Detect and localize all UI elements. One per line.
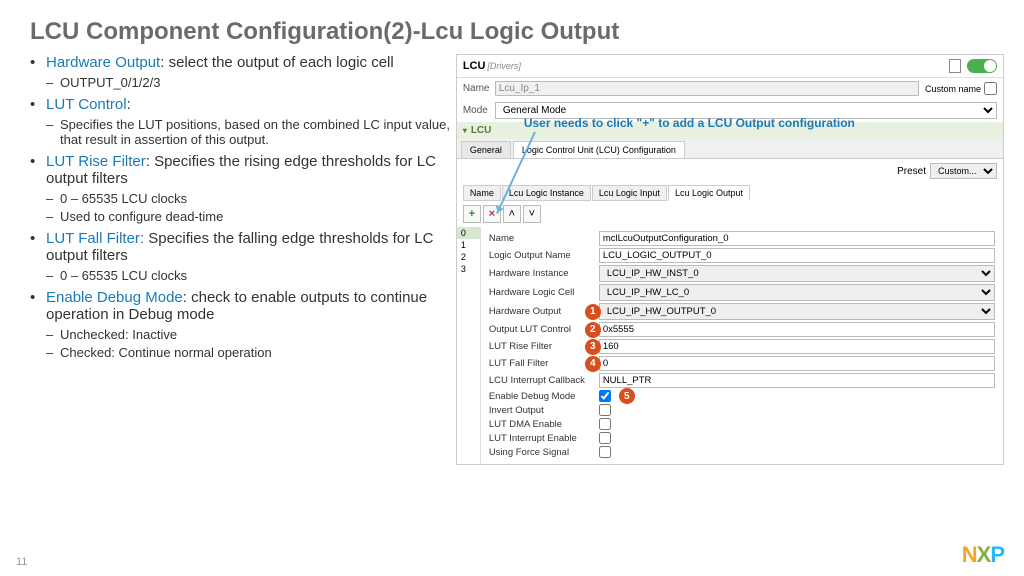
- fld-hwcell-label: Hardware Logic Cell: [489, 287, 599, 298]
- tab-general[interactable]: General: [461, 141, 511, 158]
- fld-lutctrl-label: Output LUT Control: [489, 324, 599, 335]
- bullet-item: Hardware Output: select the output of ea…: [30, 54, 456, 90]
- add-button[interactable]: +: [463, 205, 481, 223]
- document-icon[interactable]: [949, 59, 961, 73]
- preset-label: Preset: [897, 166, 926, 177]
- badge-3: 3: [585, 339, 601, 355]
- slide-title: LCU Component Configuration(2)-Lcu Logic…: [0, 0, 1024, 54]
- fld-logicout-input[interactable]: [599, 248, 995, 263]
- fld-force-label: Using Force Signal: [489, 447, 599, 458]
- fld-invert-checkbox[interactable]: [599, 404, 611, 416]
- fld-lutrise-label: LUT Rise Filter: [489, 341, 599, 352]
- custom-name-label: Custom name: [925, 84, 981, 94]
- enable-toggle[interactable]: [967, 59, 997, 73]
- fld-inten-label: LUT Interrupt Enable: [489, 433, 599, 444]
- fld-lutfall-input[interactable]: [599, 356, 995, 371]
- bullet-item: LUT Rise Filter: Specifies the rising ed…: [30, 153, 456, 224]
- fld-force-checkbox[interactable]: [599, 446, 611, 458]
- inner-tab-output[interactable]: Lcu Logic Output: [668, 185, 750, 201]
- sub-bullet: Specifies the LUT positions, based on th…: [46, 117, 456, 147]
- fld-dma-checkbox[interactable]: [599, 418, 611, 430]
- fld-hwinst-select[interactable]: LCU_IP_HW_INST_0: [599, 265, 995, 282]
- index-1[interactable]: 1: [457, 239, 480, 251]
- fld-lutfall-label: LUT Fall Filter: [489, 358, 599, 369]
- inner-tab-name[interactable]: Name: [463, 185, 501, 201]
- fld-intcb-input[interactable]: [599, 373, 995, 388]
- sub-bullet: Used to configure dead-time: [46, 209, 456, 224]
- name-input[interactable]: [495, 81, 919, 96]
- callout-hint: User needs to click "+" to add a LCU Out…: [524, 116, 855, 130]
- bullet-list: Hardware Output: select the output of ea…: [20, 54, 456, 465]
- badge-4: 4: [585, 356, 601, 372]
- bullet-item: Enable Debug Mode: check to enable outpu…: [30, 289, 456, 360]
- move-down-button[interactable]: ˅: [523, 205, 541, 223]
- fld-lutrise-input[interactable]: [599, 339, 995, 354]
- custom-name-checkbox[interactable]: [984, 82, 997, 95]
- fld-hwout-label: Hardware Output: [489, 306, 599, 317]
- fld-name-label: Name: [489, 233, 599, 244]
- sub-bullet: 0 – 65535 LCU clocks: [46, 191, 456, 206]
- index-list: 0 1 2 3: [457, 227, 481, 464]
- sub-bullet: OUTPUT_0/1/2/3: [46, 75, 456, 90]
- inner-tab-input[interactable]: Lcu Logic Input: [592, 185, 667, 201]
- sub-bullet: 0 – 65535 LCU clocks: [46, 268, 456, 283]
- mode-label: Mode: [463, 105, 495, 116]
- index-2[interactable]: 2: [457, 251, 480, 263]
- fld-intcb-label: LCU Interrupt Callback: [489, 375, 599, 386]
- inner-tab-instance[interactable]: Lcu Logic Instance: [502, 185, 591, 201]
- sub-bullet: Unchecked: Inactive: [46, 327, 456, 342]
- bullet-item: LUT Fall Filter: Specifies the falling e…: [30, 230, 456, 283]
- fld-debug-checkbox[interactable]: [599, 390, 611, 402]
- sub-bullet: Checked: Continue normal operation: [46, 345, 456, 360]
- fld-inten-checkbox[interactable]: [599, 432, 611, 444]
- nxp-logo: NXP: [962, 542, 1004, 568]
- fld-hwcell-select[interactable]: LCU_IP_HW_LC_0: [599, 284, 995, 301]
- index-3[interactable]: 3: [457, 263, 480, 275]
- fld-dma-label: LUT DMA Enable: [489, 419, 599, 430]
- badge-2: 2: [585, 322, 601, 338]
- fld-debug-label: Enable Debug Mode: [489, 391, 599, 402]
- badge-1: 1: [585, 304, 601, 320]
- name-label: Name: [463, 83, 495, 94]
- panel-title: LCU: [463, 60, 486, 72]
- fld-logicout-label: Logic Output Name: [489, 250, 599, 261]
- fld-hwout-select[interactable]: LCU_IP_HW_OUTPUT_0: [599, 303, 995, 320]
- panel-subtitle: [Drivers]: [487, 61, 521, 71]
- index-0[interactable]: 0: [457, 227, 480, 239]
- fld-hwinst-label: Hardware Instance: [489, 268, 599, 279]
- badge-5: 5: [619, 388, 635, 404]
- page-number: 11: [16, 556, 27, 568]
- fld-invert-label: Invert Output: [489, 405, 599, 416]
- move-up-button[interactable]: ˄: [503, 205, 521, 223]
- fld-lutctrl-input[interactable]: [599, 322, 995, 337]
- preset-select[interactable]: Custom...: [930, 163, 997, 179]
- bullet-item: LUT Control:Specifies the LUT positions,…: [30, 96, 456, 147]
- tab-lcu-config[interactable]: Logic Control Unit (LCU) Configuration: [513, 141, 685, 158]
- fld-name-input[interactable]: [599, 231, 995, 246]
